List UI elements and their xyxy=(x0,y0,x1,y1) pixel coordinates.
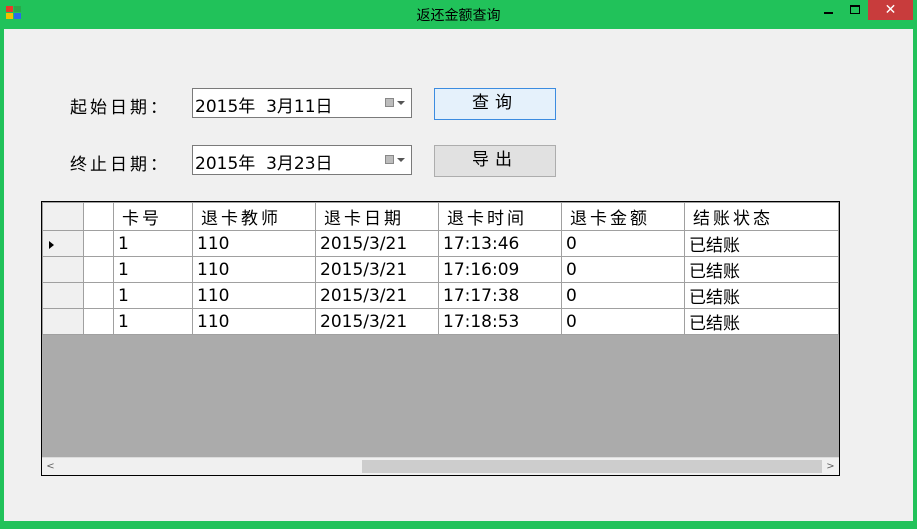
table-cell[interactable]: 2015/3/21 xyxy=(315,256,439,283)
table-cell[interactable]: 2015/3/21 xyxy=(315,282,439,309)
table-cell[interactable]: 17:13:46 xyxy=(438,230,562,257)
minimize-button[interactable] xyxy=(816,0,842,20)
window-title: 返还金额查询 xyxy=(416,8,501,24)
row-header-corner xyxy=(42,202,84,231)
scroll-left-icon[interactable]: < xyxy=(42,459,59,474)
table-cell[interactable]: 已结账 xyxy=(684,308,839,335)
close-button[interactable]: ✕ xyxy=(868,0,913,20)
calendar-dropdown-icon[interactable] xyxy=(385,97,405,109)
export-button[interactable]: 导出 xyxy=(434,145,556,177)
grid-header-row: 卡号 退卡教师 退卡日期 退卡时间 退卡金额 结账状态 xyxy=(42,202,839,231)
column-header-card-no[interactable]: 卡号 xyxy=(113,202,193,231)
row-header[interactable] xyxy=(42,282,84,309)
row-header[interactable] xyxy=(42,256,84,283)
table-cell[interactable]: 1 xyxy=(113,308,193,335)
table-cell[interactable]: 110 xyxy=(192,308,316,335)
table-cell[interactable]: 0 xyxy=(561,230,685,257)
column-header-amount[interactable]: 退卡金额 xyxy=(561,202,685,231)
scroll-right-icon[interactable]: > xyxy=(822,459,839,474)
row-header[interactable] xyxy=(42,230,84,257)
query-button[interactable]: 查询 xyxy=(434,88,556,120)
table-cell[interactable]: 已结账 xyxy=(684,256,839,283)
column-header-status[interactable]: 结账状态 xyxy=(684,202,839,231)
table-cell[interactable] xyxy=(83,282,114,309)
table-cell[interactable]: 1 xyxy=(113,256,193,283)
table-cell[interactable]: 0 xyxy=(561,308,685,335)
column-header-date[interactable]: 退卡日期 xyxy=(315,202,439,231)
calendar-dropdown-icon[interactable] xyxy=(385,154,405,166)
form-client-area: 起始日期： 2015年 3月11日 查询 终止日期： 2015年 3月23日 导… xyxy=(4,29,913,521)
table-row[interactable]: 1 110 2015/3/21 17:16:09 0 已结账 xyxy=(42,256,839,283)
maximize-button[interactable] xyxy=(842,0,868,20)
table-cell[interactable]: 1 xyxy=(113,282,193,309)
table-cell[interactable]: 110 xyxy=(192,282,316,309)
table-cell[interactable]: 17:17:38 xyxy=(438,282,562,309)
table-row[interactable]: 1 110 2015/3/21 17:13:46 0 已结账 xyxy=(42,230,839,257)
start-date-picker[interactable]: 2015年 3月11日 xyxy=(192,88,412,118)
table-cell[interactable]: 17:18:53 xyxy=(438,308,562,335)
start-date-label: 起始日期： xyxy=(70,98,170,118)
horizontal-scrollbar[interactable]: < > xyxy=(42,457,839,475)
column-header-time[interactable]: 退卡时间 xyxy=(438,202,562,231)
scrollbar-thumb[interactable] xyxy=(362,460,822,473)
row-header[interactable] xyxy=(42,308,84,335)
table-row[interactable]: 1 110 2015/3/21 17:18:53 0 已结账 xyxy=(42,308,839,335)
end-date-picker[interactable]: 2015年 3月23日 xyxy=(192,145,412,175)
table-cell[interactable]: 2015/3/21 xyxy=(315,230,439,257)
table-cell[interactable] xyxy=(83,308,114,335)
end-date-label: 终止日期： xyxy=(70,155,170,175)
table-cell[interactable]: 2015/3/21 xyxy=(315,308,439,335)
current-row-arrow-icon xyxy=(49,240,54,249)
column-header[interactable] xyxy=(83,202,114,231)
table-cell[interactable] xyxy=(83,256,114,283)
data-grid[interactable]: 卡号 退卡教师 退卡日期 退卡时间 退卡金额 结账状态 1 110 2015/3… xyxy=(41,201,840,476)
table-cell[interactable]: 110 xyxy=(192,256,316,283)
table-cell[interactable]: 0 xyxy=(561,256,685,283)
table-cell[interactable]: 0 xyxy=(561,282,685,309)
table-cell[interactable]: 17:16:09 xyxy=(438,256,562,283)
column-header-teacher[interactable]: 退卡教师 xyxy=(192,202,316,231)
title-bar[interactable]: 返还金额查询 ✕ xyxy=(0,0,917,29)
table-cell[interactable]: 1 xyxy=(113,230,193,257)
table-cell[interactable]: 已结账 xyxy=(684,282,839,309)
grid-table: 卡号 退卡教师 退卡日期 退卡时间 退卡金额 结账状态 1 110 2015/3… xyxy=(42,202,839,335)
table-cell[interactable] xyxy=(83,230,114,257)
start-date-value: 2015年 3月11日 xyxy=(195,97,333,117)
end-date-value: 2015年 3月23日 xyxy=(195,154,333,174)
table-cell[interactable]: 110 xyxy=(192,230,316,257)
table-row[interactable]: 1 110 2015/3/21 17:17:38 0 已结账 xyxy=(42,282,839,309)
table-cell[interactable]: 已结账 xyxy=(684,230,839,257)
